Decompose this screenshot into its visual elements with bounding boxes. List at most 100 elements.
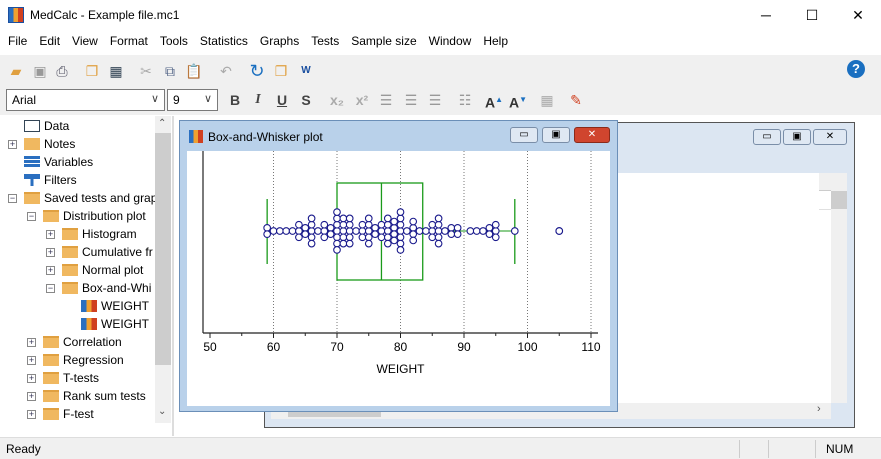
tree-item-data[interactable]: Data xyxy=(24,117,69,135)
table-format-icon[interactable]: ▦ xyxy=(537,90,557,110)
expand-icon[interactable]: + xyxy=(27,392,36,401)
splitter[interactable] xyxy=(172,116,174,436)
expand-icon[interactable]: + xyxy=(8,140,17,149)
menu-help[interactable]: Help xyxy=(477,30,514,52)
grid-vscrollbar[interactable] xyxy=(831,173,847,403)
scroll-up-icon[interactable]: ⌃ xyxy=(158,118,166,129)
tree-item-normal-plot[interactable]: Normal plot xyxy=(62,261,143,279)
chart-icon xyxy=(81,300,97,312)
close-button[interactable]: ✕ xyxy=(835,0,881,30)
tree-item-f-test[interactable]: F-test xyxy=(43,405,94,423)
expand-icon[interactable]: + xyxy=(46,230,55,239)
data-point xyxy=(466,227,475,235)
export-word-icon[interactable]: W xyxy=(296,61,316,81)
data-maximize-button[interactable]: ▣ xyxy=(783,129,811,145)
save-icon[interactable]: ▣ xyxy=(30,61,50,81)
minimize-button[interactable]: ─ xyxy=(743,0,789,30)
expand-icon[interactable]: + xyxy=(46,266,55,275)
tree-item-filters[interactable]: Filters xyxy=(24,171,77,189)
notes-icon xyxy=(24,138,40,150)
spreadsheet-icon[interactable]: ▦ xyxy=(106,61,126,81)
tree-item-box-and-whi[interactable]: Box-and-Whi xyxy=(62,279,151,297)
cut-icon[interactable]: ✂ xyxy=(136,61,156,81)
bullet-list-icon[interactable]: ☷ xyxy=(455,90,475,110)
data-point xyxy=(403,227,411,235)
subscript-button[interactable]: x₂ xyxy=(327,90,347,110)
tree-item-distribution-plot[interactable]: Distribution plot xyxy=(43,207,146,225)
tree-item-variables[interactable]: Variables xyxy=(24,153,93,171)
data-point xyxy=(326,223,335,232)
main-toolbar: ▰ ▣ ⎙ ❐ ▦ ✂ ⧉ 📋 ↶ ↻ ❐ W ? xyxy=(0,55,881,86)
align-left-icon[interactable]: ☰ xyxy=(376,90,396,110)
tree-item-histogram[interactable]: Histogram xyxy=(62,225,137,243)
collapse-icon[interactable]: − xyxy=(27,212,36,221)
graph-format-icon[interactable]: ✎ xyxy=(566,90,586,110)
refresh-icon[interactable]: ↻ xyxy=(247,61,267,81)
chart-close-button[interactable]: ✕ xyxy=(574,127,610,143)
tree-item-notes[interactable]: Notes xyxy=(24,135,75,153)
scroll-thumb[interactable] xyxy=(831,191,847,209)
menu-view[interactable]: View xyxy=(66,30,104,52)
menu-window[interactable]: Window xyxy=(423,30,478,52)
chart-minimize-button[interactable]: ▭ xyxy=(510,127,538,143)
align-right-icon[interactable]: ☰ xyxy=(425,90,445,110)
save-graph-icon[interactable]: ❐ xyxy=(271,61,291,81)
collapse-icon[interactable]: − xyxy=(8,194,17,203)
tree-item-regression[interactable]: Regression xyxy=(43,351,124,369)
undo-icon[interactable]: ↶ xyxy=(216,61,236,81)
shadow-button[interactable]: S xyxy=(296,90,316,110)
data-point xyxy=(320,220,329,229)
open-folder-icon[interactable]: ▰ xyxy=(6,61,26,81)
align-center-icon[interactable]: ☰ xyxy=(401,90,421,110)
increase-font-icon[interactable]: A▲ xyxy=(484,90,504,111)
tree-item-weight[interactable]: WEIGHT xyxy=(81,315,149,333)
menu-file[interactable]: File xyxy=(2,30,33,52)
tree-item-label: T-tests xyxy=(63,371,100,385)
data-point xyxy=(333,239,341,248)
data-minimize-button[interactable]: ▭ xyxy=(753,129,781,145)
expand-icon[interactable]: + xyxy=(27,374,36,383)
num-lock-indicator: NUM xyxy=(826,442,854,456)
scroll-thumb[interactable] xyxy=(155,133,171,365)
print-icon[interactable]: ⎙ xyxy=(52,61,72,81)
menu-format[interactable]: Format xyxy=(104,30,154,52)
data-point xyxy=(390,223,398,232)
data-point xyxy=(396,208,405,216)
font-size-select[interactable]: 9 ∨ xyxy=(167,89,218,111)
tree-item-correlation[interactable]: Correlation xyxy=(43,333,122,351)
tree-item-cumulative-fr[interactable]: Cumulative fr xyxy=(62,243,153,261)
superscript-button[interactable]: x² xyxy=(352,90,372,110)
copy-results-icon[interactable]: ❐ xyxy=(82,61,102,81)
paste-icon[interactable]: 📋 xyxy=(184,61,204,81)
tree-item-saved-tests-and-grap[interactable]: Saved tests and grap xyxy=(24,189,156,207)
menu-tools[interactable]: Tools xyxy=(154,30,194,52)
help-icon[interactable]: ? xyxy=(847,60,865,78)
copy-icon[interactable]: ⧉ xyxy=(160,61,180,81)
tree-scrollbar[interactable]: ⌃ ⌄ xyxy=(155,116,171,423)
font-select[interactable]: Arial ∨ xyxy=(6,89,165,111)
expand-icon[interactable]: + xyxy=(46,248,55,257)
tree-item-t-tests[interactable]: T-tests xyxy=(43,369,99,387)
expand-icon[interactable]: + xyxy=(27,338,36,347)
expand-icon[interactable]: + xyxy=(27,356,36,365)
underline-button[interactable]: U xyxy=(272,90,292,110)
menu-graphs[interactable]: Graphs xyxy=(254,30,305,52)
data-close-button[interactable]: ✕ xyxy=(813,129,847,145)
tree-item-rank-sum-tests[interactable]: Rank sum tests xyxy=(43,387,146,405)
x-tick-label: 90 xyxy=(457,340,471,354)
chart-maximize-button[interactable]: ▣ xyxy=(542,127,570,143)
maximize-button[interactable]: ☐ xyxy=(789,0,835,30)
tree-item-weight[interactable]: WEIGHT xyxy=(81,297,149,315)
collapse-icon[interactable]: − xyxy=(46,284,55,293)
menu-sample-size[interactable]: Sample size xyxy=(345,30,422,52)
menu-tests[interactable]: Tests xyxy=(305,30,345,52)
scroll-right-icon[interactable]: › xyxy=(817,403,821,415)
bold-button[interactable]: B xyxy=(225,90,245,110)
decrease-font-icon[interactable]: A▼ xyxy=(508,90,528,111)
data-point xyxy=(491,233,500,242)
scroll-down-icon[interactable]: ⌄ xyxy=(158,406,166,417)
menu-statistics[interactable]: Statistics xyxy=(194,30,254,52)
italic-button[interactable]: I xyxy=(248,90,268,110)
menu-edit[interactable]: Edit xyxy=(33,30,66,52)
expand-icon[interactable]: + xyxy=(27,410,36,419)
